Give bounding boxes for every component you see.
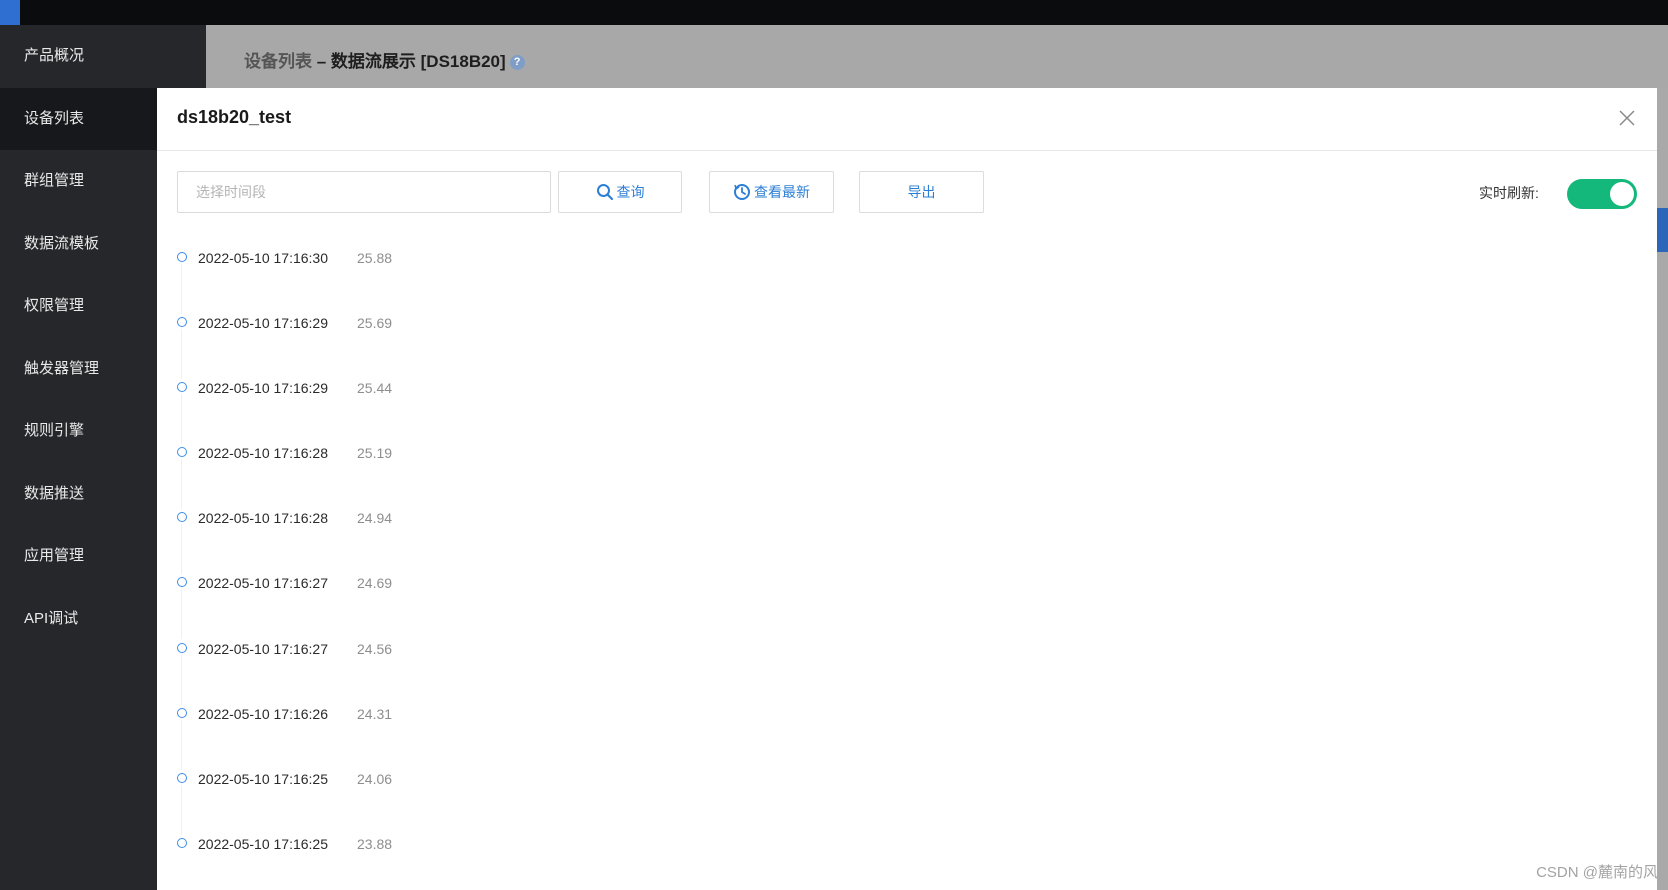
refresh-icon xyxy=(734,184,750,200)
timeline-item: 2022-05-10 17:16:28 25.19 xyxy=(177,445,1577,512)
datapoint-time: 2022-05-10 17:16:30 xyxy=(198,250,328,266)
realtime-refresh-toggle[interactable] xyxy=(1567,179,1637,209)
datapoint-time: 2022-05-10 17:16:27 xyxy=(198,640,328,657)
timeline-item: 2022-05-10 17:16:29 25.69 xyxy=(177,315,1577,382)
timeline-item: 2022-05-10 17:16:30 25.88 xyxy=(177,250,1577,317)
circle-icon xyxy=(177,642,187,653)
circle-icon xyxy=(177,382,187,393)
timeline-connector xyxy=(181,329,182,380)
timeline-item: 2022-05-10 17:16:29 25.44 xyxy=(177,380,1577,447)
circle-icon xyxy=(177,447,187,458)
toolbar: 查询 查看最新 导出 实时刷新: xyxy=(157,151,1657,221)
timeline-connector xyxy=(181,394,182,445)
breadcrumb: 设备列表 – 数据流展示 [DS18B20]? xyxy=(244,47,525,72)
timeline-connector xyxy=(181,589,182,640)
timeline-connector xyxy=(181,524,182,575)
datapoint-value: 25.69 xyxy=(357,315,393,332)
watermark: CSDN @麓南的风 xyxy=(1536,864,1658,881)
circle-icon xyxy=(177,577,187,588)
datapoint-value: 24.31 xyxy=(357,705,393,722)
datapoint-value: 25.88 xyxy=(357,250,393,266)
datapoint-time: 2022-05-10 17:16:26 xyxy=(198,705,328,722)
datapoint-time: 2022-05-10 17:16:29 xyxy=(198,380,328,397)
breadcrumb-device-list-link[interactable]: 设备列表 xyxy=(244,52,312,71)
circle-icon xyxy=(177,837,187,848)
export-button-label: 导出 xyxy=(907,184,936,200)
close-icon[interactable] xyxy=(1615,106,1639,130)
timeline-connector xyxy=(181,654,182,705)
datapoint-time: 2022-05-10 17:16:29 xyxy=(198,315,328,332)
logo-edge xyxy=(0,0,20,25)
datapoint-time: 2022-05-10 17:16:28 xyxy=(198,445,328,462)
datapoint-timeline: 2022-05-10 17:16:30 25.88 2022-05-10 17:… xyxy=(177,250,1577,890)
view-latest-button[interactable]: 查看最新 xyxy=(709,171,834,213)
breadcrumb-separator: – xyxy=(312,52,331,71)
circle-icon xyxy=(177,252,187,262)
timeline-item: 2022-05-10 17:16:26 24.31 xyxy=(177,705,1577,773)
timeline-item: 2022-05-10 17:16:25 23.88 xyxy=(177,835,1577,890)
timeline-item: 2022-05-10 17:16:28 24.94 xyxy=(177,510,1577,577)
circle-icon xyxy=(177,317,187,328)
top-navbar xyxy=(0,0,1668,25)
sidebar-item-overview[interactable]: 产品概况 xyxy=(0,25,206,88)
datapoint-time: 2022-05-10 17:16:28 xyxy=(198,510,328,527)
time-range-input[interactable] xyxy=(177,171,551,213)
query-button-label: 查询 xyxy=(616,184,645,200)
help-icon[interactable]: ? xyxy=(509,55,525,71)
datapoint-time: 2022-05-10 17:16:25 xyxy=(198,770,328,787)
timeline-connector xyxy=(181,784,182,835)
datapoint-time: 2022-05-10 17:16:25 xyxy=(198,835,328,852)
breadcrumb-current: 数据流展示 [DS18B20] xyxy=(330,52,506,71)
search-icon xyxy=(596,184,613,201)
timeline-connector xyxy=(181,719,182,770)
query-button[interactable]: 查询 xyxy=(558,171,682,213)
circle-icon xyxy=(177,772,187,783)
datastream-modal: ds18b20_test 查询 查看最新 导出 实时刷新: xyxy=(157,88,1657,890)
timeline-item: 2022-05-10 17:16:27 24.69 xyxy=(177,575,1577,642)
datapoint-value: 24.69 xyxy=(357,575,393,592)
timeline-item: 2022-05-10 17:16:25 24.06 xyxy=(177,770,1577,838)
export-button[interactable]: 导出 xyxy=(859,171,984,213)
background-right-tab xyxy=(1656,208,1668,252)
view-latest-button-label: 查看最新 xyxy=(754,184,810,200)
timeline-item: 2022-05-10 17:16:27 24.56 xyxy=(177,640,1577,708)
modal-title: ds18b20_test xyxy=(177,107,292,127)
background-header: 设备列表 – 数据流展示 [DS18B20]? xyxy=(206,25,1668,87)
datapoint-value: 24.06 xyxy=(357,770,393,787)
realtime-refresh-label: 实时刷新: xyxy=(1479,185,1539,201)
datapoint-time: 2022-05-10 17:16:27 xyxy=(198,575,328,592)
datapoint-value: 24.56 xyxy=(357,640,393,657)
timeline-connector xyxy=(181,264,182,314)
circle-icon xyxy=(177,512,187,523)
datapoint-value: 25.19 xyxy=(357,445,393,462)
toggle-knob xyxy=(1610,182,1634,206)
timeline-connector xyxy=(181,459,182,510)
modal-header: ds18b20_test xyxy=(157,88,1657,151)
datapoint-value: 23.88 xyxy=(357,835,393,852)
datapoint-value: 25.44 xyxy=(357,380,393,397)
datapoint-value: 24.94 xyxy=(357,510,393,527)
circle-icon xyxy=(177,707,187,718)
